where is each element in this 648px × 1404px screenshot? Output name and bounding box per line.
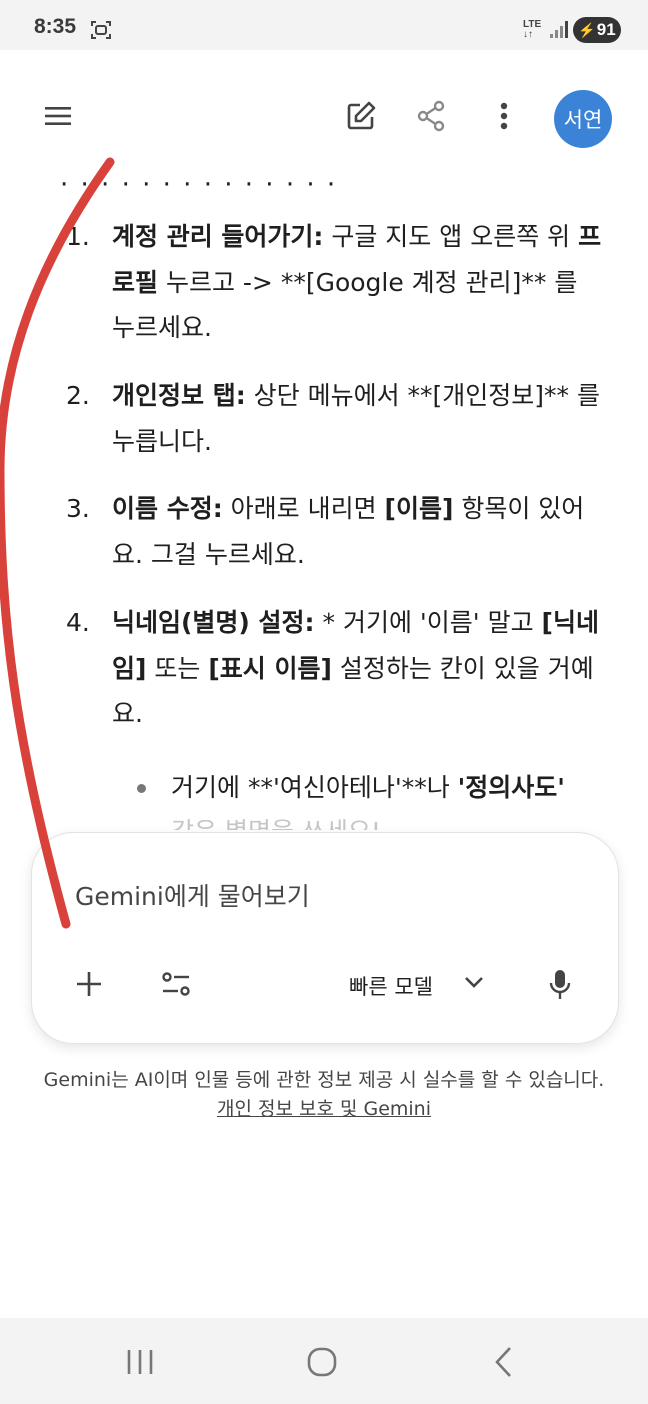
back-icon [495,1347,511,1377]
avatar[interactable]: 서연 [554,90,612,148]
avatar-initials: 서연 [563,108,603,132]
list-item-title: 개인정보 탭: [112,381,246,410]
list-item-number: 2. [66,381,90,410]
status-time: 8:35 [34,15,77,38]
bullet-emphasis: '정의사도' [457,773,565,802]
list-item-emphasis: [표시 이름] [208,653,332,683]
more-vert-icon [500,102,508,130]
network-indicator: LTE ↓↑ [523,20,541,40]
response-content: · · · · · · · · · · · · · · 1. 계정 관리 들어가… [0,160,648,830]
list-item-body: 닉네임(별명) 설정: * 거기에 '이름' 말고 [닉네임] 또는 [표시 이… [112,600,608,737]
prompt-input[interactable]: Gemini에게 물어보기 [75,877,310,913]
add-button[interactable] [68,963,110,1005]
list-item-number: 3. [66,494,90,523]
list-item-title: 이름 수정: [112,494,223,523]
list-item-text: 또는 [146,653,209,683]
clipped-text-line: · · · · · · · · · · · · · · [60,170,338,194]
battery-indicator: ⚡ 91 [573,17,621,43]
disclaimer: Gemini는 AI이며 인물 등에 관한 정보 제공 시 실수를 할 수 있습… [0,1066,648,1124]
faded-text: 같은 별명을 쓰세요! [171,812,381,830]
edit-icon [347,101,376,130]
list-item-body: 개인정보 탭: 상단 메뉴에서 **[개인정보]** 를 누릅니다. [112,373,608,464]
data-arrows-icon: ↓↑ [523,29,533,40]
privacy-link[interactable]: 개인 정보 보호 및 Gemini [0,1095,648,1124]
back-button[interactable] [474,1338,534,1386]
menu-button[interactable] [34,96,82,136]
charging-icon: ⚡ [578,21,596,38]
screenshot-icon [91,21,111,39]
new-chat-button[interactable] [340,95,382,137]
home-button[interactable] [292,1338,352,1386]
recents-icon [127,1350,153,1374]
battery-level: 91 [596,20,616,39]
list-item-number: 4. [66,608,90,637]
tools-button[interactable] [154,963,198,1005]
status-bar: 8:35 LTE ↓↑ ⚡ 91 [0,0,648,50]
share-button[interactable] [410,95,452,137]
list-item-text: 누르고 -> **[Google 계정 관리]** 를 누르세요. [112,267,578,343]
bullet-text: 거기에 **'여신아테나'**나 '정의사도' [171,766,601,810]
prompt-input-card: Gemini에게 물어보기 빠른 모델 [31,832,619,1044]
signal-icon [550,21,568,38]
bullet-plain: 거기에 **'여신아테나'**나 [171,773,458,802]
list-item-number: 1. [66,222,90,251]
model-label: 빠른 모델 [349,975,433,999]
list-item-title: 계정 관리 들어가기: [112,222,324,251]
list-item-text: 아래로 내리면 [222,494,385,523]
more-options-button[interactable] [484,95,524,137]
plus-icon [77,972,101,996]
bullet-dot [137,784,146,793]
disclaimer-text: Gemini는 AI이며 인물 등에 관한 정보 제공 시 실수를 할 수 있습… [43,1069,605,1091]
recents-button[interactable] [110,1338,170,1386]
list-item-text: 구글 지도 앱 오른쪽 위 [323,222,579,251]
menu-icon [45,107,71,125]
system-nav-bar [0,1318,648,1404]
tune-icon [162,972,190,996]
share-icon [417,100,445,132]
chevron-down-icon [465,977,483,988]
list-item-body: 계정 관리 들어가기: 구글 지도 앱 오른쪽 위 프로필 누르고 -> **[… [112,214,608,351]
list-item-text: * 거기에 '이름' 말고 [314,608,542,637]
list-item-title: 닉네임(별명) 설정: [112,608,315,637]
mic-icon [549,970,571,999]
microphone-button[interactable] [538,963,582,1007]
list-item-emphasis: [이름] [384,494,454,523]
home-icon [307,1347,337,1377]
list-item-body: 이름 수정: 아래로 내리면 [이름] 항목이 있어요. 그걸 누르세요. [112,486,608,577]
